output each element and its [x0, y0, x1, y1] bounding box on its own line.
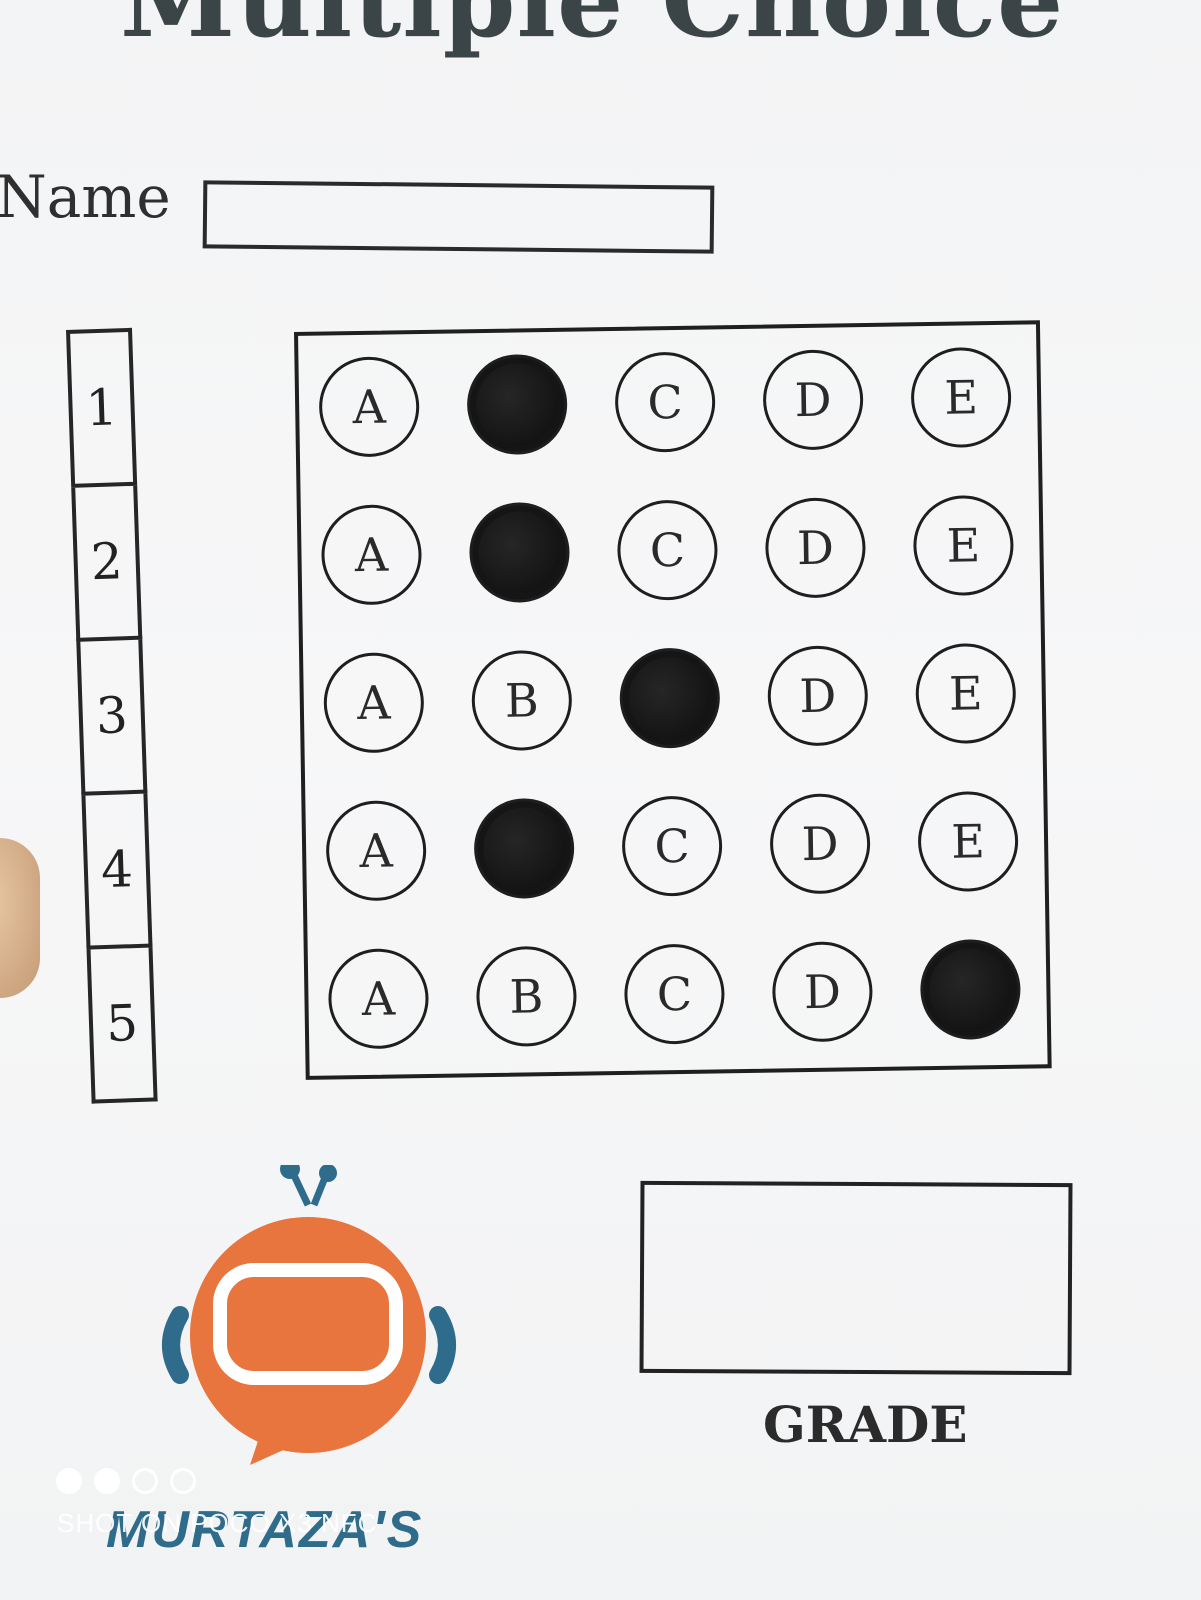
answer-bubble[interactable]: B [475, 945, 578, 1048]
answer-bubble[interactable]: A [327, 947, 430, 1050]
grade-field[interactable] [639, 1180, 1073, 1376]
watermark-dot [170, 1468, 196, 1494]
page-title: Multiple Choice [120, 0, 1064, 61]
answer-bubble[interactable]: E [910, 346, 1012, 449]
finger [0, 838, 40, 998]
answer-bubble-filled[interactable] [468, 501, 571, 604]
watermark-dot [132, 1468, 158, 1494]
answer-bubble[interactable]: E [917, 790, 1019, 893]
answer-bubble[interactable]: A [325, 799, 427, 902]
answer-bubble[interactable]: D [771, 941, 874, 1043]
question-number: 2 [71, 485, 143, 642]
answer-bubble[interactable]: A [320, 504, 423, 606]
name-label: Name [0, 163, 171, 231]
answer-bubble[interactable]: E [914, 642, 1017, 745]
answer-bubble[interactable]: A [318, 356, 420, 458]
answer-bubble[interactable]: D [769, 793, 871, 895]
answer-bubble-filled[interactable] [619, 647, 721, 749]
answer-bubble[interactable]: C [623, 943, 726, 1045]
grade-label: GRADE [763, 1395, 968, 1454]
question-number: 4 [81, 793, 153, 950]
answer-bubble[interactable]: A [323, 652, 425, 754]
watermark-dot [56, 1468, 82, 1494]
watermark-dot [94, 1468, 120, 1494]
answer-sheet: Multiple Choice Name 1 2 3 4 5 ACDEACDEA… [0, 0, 1201, 1600]
answer-bubble-filled[interactable] [473, 797, 575, 900]
answer-bubble[interactable]: C [621, 795, 723, 897]
answer-bubble[interactable]: C [616, 499, 719, 601]
answer-bubble[interactable]: B [471, 649, 573, 752]
answer-bubble[interactable]: D [767, 645, 869, 747]
camera-watermark-dots [56, 1468, 196, 1494]
camera-watermark: SHOT ON POCO X3 NFC [57, 1508, 378, 1538]
question-number: 3 [76, 639, 148, 796]
answer-grid: ACDEACDEABDEACDEABCD [294, 320, 1052, 1080]
answer-bubble[interactable]: D [764, 497, 867, 599]
answer-bubble[interactable]: E [912, 494, 1015, 597]
answer-bubble-filled[interactable] [919, 938, 1022, 1041]
question-number-column: 1 2 3 4 5 [66, 327, 158, 1104]
question-number: 5 [86, 947, 158, 1104]
name-field[interactable] [202, 180, 715, 254]
robot-logo [162, 1165, 456, 1465]
answer-bubble-filled[interactable] [466, 353, 568, 456]
answer-bubble[interactable]: C [614, 351, 716, 453]
answer-bubble[interactable]: D [762, 349, 864, 451]
question-number: 1 [66, 327, 138, 488]
